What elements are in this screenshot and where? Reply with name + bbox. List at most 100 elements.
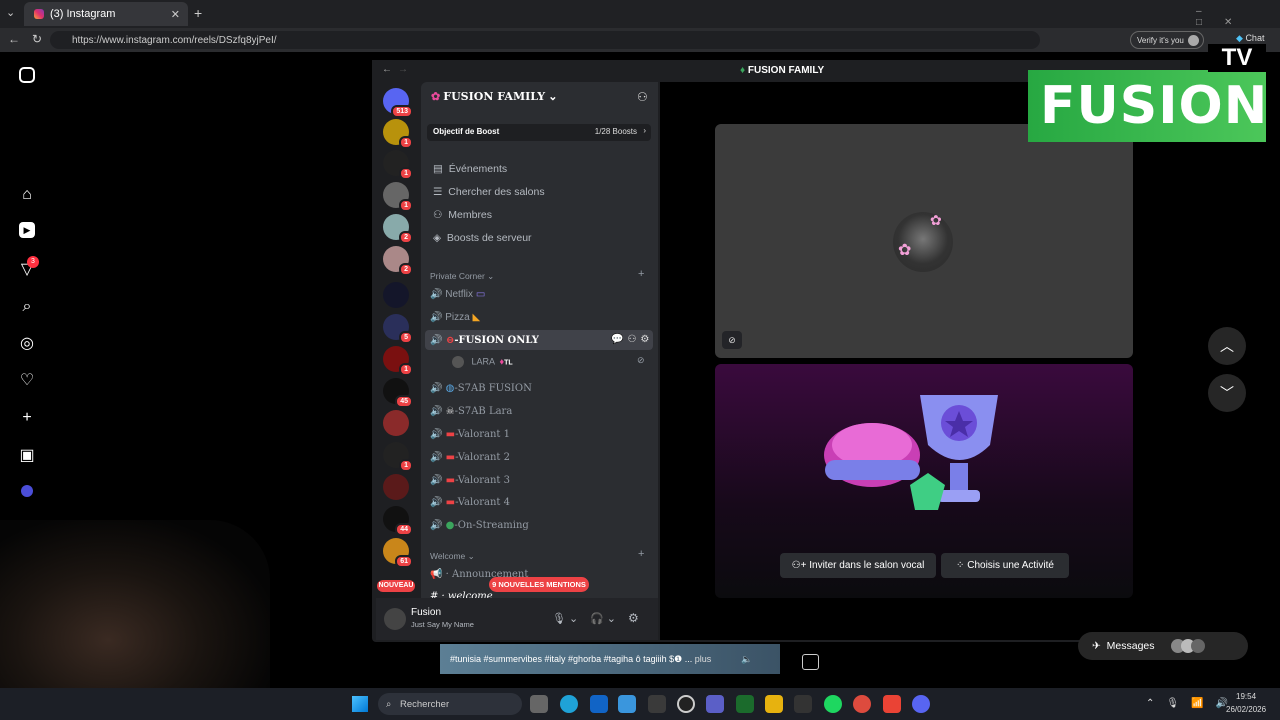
choose-activity-button[interactable]: ⁘ Choisis une Activité — [941, 553, 1069, 578]
server-badge: 5 — [399, 331, 413, 344]
close-tab-icon[interactable]: ✕ — [171, 8, 180, 21]
notifications-icon[interactable]: ▽ 3 — [17, 256, 39, 280]
reels-icon[interactable]: ▶ — [19, 222, 35, 238]
channel-fusion-only[interactable]: 🔊 ⊖-FUSION ONLY — [430, 335, 539, 346]
create-icon[interactable]: + — [17, 408, 37, 428]
app-icon[interactable] — [648, 695, 666, 713]
clock-date[interactable]: 26/02/2026 — [1226, 705, 1266, 714]
server-icon[interactable]: 45 — [383, 378, 413, 408]
channel-netflix[interactable]: 🔊 Netflix ▭ — [430, 289, 485, 300]
server-icon[interactable] — [383, 410, 409, 436]
invite-people-icon[interactable]: ⚇ — [637, 90, 648, 104]
server-icon[interactable] — [383, 282, 409, 308]
server-icon[interactable]: 1 — [383, 119, 413, 149]
microphone-icon[interactable]: 🎙 ⌄ — [552, 612, 578, 625]
browser-tab[interactable]: (3) Instagram ✕ — [24, 2, 188, 26]
menu-server-boosts[interactable]: ◈ Boosts de serveur — [433, 232, 532, 244]
app-icon[interactable] — [883, 695, 901, 713]
settings-gear-icon[interactable]: ⚙ — [628, 611, 639, 625]
chat-button[interactable]: ◆ Chat — [1236, 33, 1264, 44]
tab-list-icon[interactable]: ⌄ — [6, 6, 15, 19]
server-badge: 2 — [399, 263, 413, 276]
obs-icon[interactable] — [677, 695, 695, 713]
back-icon[interactable]: ← — [8, 32, 20, 46]
server-icon[interactable]: 5 — [383, 314, 413, 344]
channel-valorant-3[interactable]: 🔊 ▬-Valorant 3 — [430, 475, 510, 486]
app-icon[interactable] — [765, 695, 783, 713]
category-welcome[interactable]: Welcome ⌄ — [430, 551, 475, 562]
add-channel-icon[interactable]: + — [638, 268, 644, 280]
spotify-icon[interactable] — [824, 695, 842, 713]
search-icon[interactable]: ⌕ — [17, 297, 37, 317]
new-mentions-pill[interactable]: 9 NOUVELLES MENTIONS — [489, 577, 589, 592]
caption-more[interactable]: plus — [695, 654, 712, 664]
server-icon[interactable] — [383, 474, 409, 500]
speaker-active-icon: 🔊 — [430, 335, 443, 346]
new-label[interactable]: NOUVEAU — [377, 580, 415, 592]
app-icon[interactable] — [618, 695, 636, 713]
channel-on-streaming[interactable]: 🔊 ●-On-Streaming — [430, 520, 529, 531]
instagram-logo-icon[interactable] — [19, 67, 35, 83]
server-icon[interactable]: 1 — [383, 150, 413, 180]
server-badge: 44 — [395, 523, 413, 536]
gallery-icon[interactable] — [802, 654, 819, 670]
boost-goal-bar[interactable]: Objectif de Boost 1/28 Boosts › — [427, 124, 651, 141]
channel-valorant-4[interactable]: 🔊 ▬-Valorant 4 — [430, 497, 510, 508]
avatar[interactable] — [384, 608, 406, 630]
headset-icon[interactable]: 🎧 ⌄ — [590, 612, 616, 625]
menu-events[interactable]: ▤ Événements — [433, 163, 507, 175]
server-icon[interactable]: 2 — [383, 214, 413, 244]
chrome-icon[interactable] — [853, 695, 871, 713]
discord-back-icon[interactable]: ← — [382, 64, 392, 75]
channel-s7ab-lara[interactable]: 🔊 ☠-S7AB Lara — [430, 406, 512, 417]
channel-s7ab-fusion[interactable]: 🔊 ◍-S7AB FUSION — [430, 383, 532, 394]
channel-valorant-1[interactable]: 🔊 ▬-Valorant 1 — [430, 429, 510, 440]
add-channel-icon[interactable]: + — [638, 548, 644, 560]
server-icon[interactable]: 1 — [383, 442, 413, 472]
server-icon[interactable]: 2 — [383, 246, 413, 276]
server-badge: 1 — [399, 167, 413, 180]
channel-valorant-2[interactable]: 🔊 ▬-Valorant 2 — [430, 452, 510, 463]
server-icon[interactable]: 44 — [383, 506, 413, 536]
previous-reel-button[interactable]: ︿ — [1208, 327, 1246, 365]
reel-caption[interactable]: #tunisia #summervibes #italy #ghorba #ta… — [440, 644, 780, 674]
discord-home-icon[interactable]: 513 — [383, 88, 413, 118]
home-icon[interactable]: ⌂ — [17, 185, 37, 205]
channel-pizza[interactable]: 🔊 Pizza ◣ — [430, 312, 480, 323]
server-icon[interactable]: 61 — [383, 538, 413, 568]
dashboard-icon[interactable]: ▣ — [17, 446, 37, 466]
outlook-icon[interactable] — [590, 695, 608, 713]
server-name-header[interactable]: ✿ FUSION FAMILY ⌄ — [431, 90, 557, 103]
heart-icon[interactable]: ♡ — [17, 371, 37, 391]
invite-to-voice-button[interactable]: ⚇+ Inviter dans le salon vocal — [780, 553, 936, 578]
clock-time[interactable]: 19:54 — [1236, 692, 1256, 701]
next-reel-button[interactable]: ﹀ — [1208, 374, 1246, 412]
reload-icon[interactable]: ↻ — [32, 32, 42, 46]
menu-members[interactable]: ⚇ Membres — [433, 209, 492, 221]
server-icon[interactable]: 1 — [383, 182, 413, 212]
app-icon[interactable] — [794, 695, 812, 713]
category-private-corner[interactable]: Private Corner ⌄ — [430, 271, 494, 282]
profile-avatar-icon[interactable] — [17, 483, 37, 503]
messages-button[interactable]: ✈ Messages — [1078, 632, 1248, 660]
explore-icon[interactable]: ◎ — [17, 334, 37, 354]
file-explorer-icon[interactable] — [530, 695, 548, 713]
url-field[interactable]: https://www.instagram.com/reels/DSzfq8yj… — [50, 31, 1040, 49]
teams-icon[interactable] — [706, 695, 724, 713]
taskbar-search[interactable]: ⌕ Rechercher — [378, 693, 522, 715]
verify-button[interactable]: Verify it's you — [1130, 31, 1204, 49]
edge-icon[interactable] — [560, 695, 578, 713]
discord-taskbar-icon[interactable] — [912, 695, 930, 713]
voice-user-row[interactable]: LARA ♦TL — [452, 356, 513, 368]
menu-browse-channels[interactable]: ☰ Chercher des salons — [433, 186, 545, 198]
window-controls[interactable]: –□✕ — [1196, 6, 1280, 28]
new-tab-icon[interactable]: + — [194, 5, 202, 21]
server-icon[interactable]: 1 — [383, 346, 413, 376]
discord-forward-icon[interactable]: → — [398, 64, 408, 75]
channel-actions[interactable]: 💬⚇⚙ — [611, 334, 653, 345]
sparkle-decoration: ✿ — [898, 242, 912, 259]
boost-count: 1/28 Boosts — [594, 127, 637, 136]
volume-icon[interactable]: 🔈 — [741, 654, 752, 665]
app-icon[interactable] — [736, 695, 754, 713]
windows-start-icon[interactable] — [352, 696, 368, 712]
